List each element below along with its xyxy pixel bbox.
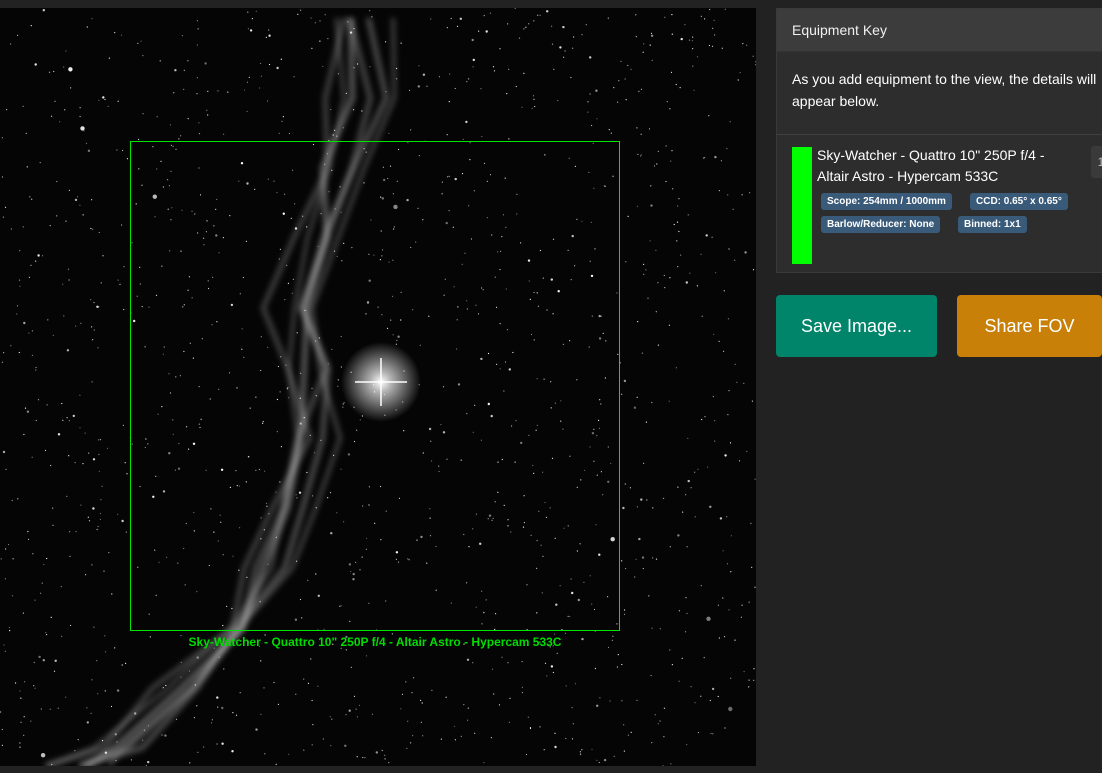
fov-rectangle[interactable]: [130, 141, 620, 631]
panel-title: Equipment Key: [777, 9, 1102, 52]
share-fov-button[interactable]: Share FOV: [957, 295, 1102, 357]
equipment-item: Sky-Watcher - Quattro 10" 250P f/4 - Alt…: [777, 135, 1102, 273]
save-image-button[interactable]: Save Image...: [776, 295, 937, 357]
remove-equipment-button[interactable]: 1: [1091, 146, 1102, 178]
barlow-badge: Barlow/Reducer: None: [821, 216, 941, 233]
equipment-name: Sky-Watcher - Quattro 10" 250P f/4 - Alt…: [817, 147, 1045, 184]
ccd-badge: CCD: 0.65° x 0.65°: [970, 193, 1068, 210]
scope-badge: Scope: 254mm / 1000mm: [821, 193, 952, 210]
equipment-color-swatch: [792, 147, 812, 264]
sky-image-view[interactable]: Sky-Watcher - Quattro 10" 250P f/4 - Alt…: [0, 8, 756, 766]
panel-intro-text: As you add equipment to the view, the de…: [777, 52, 1102, 135]
fov-label: Sky-Watcher - Quattro 10" 250P f/4 - Alt…: [188, 635, 562, 649]
equipment-key-panel: Equipment Key As you add equipment to th…: [776, 8, 1102, 273]
binned-badge: Binned: 1x1: [958, 216, 1027, 233]
